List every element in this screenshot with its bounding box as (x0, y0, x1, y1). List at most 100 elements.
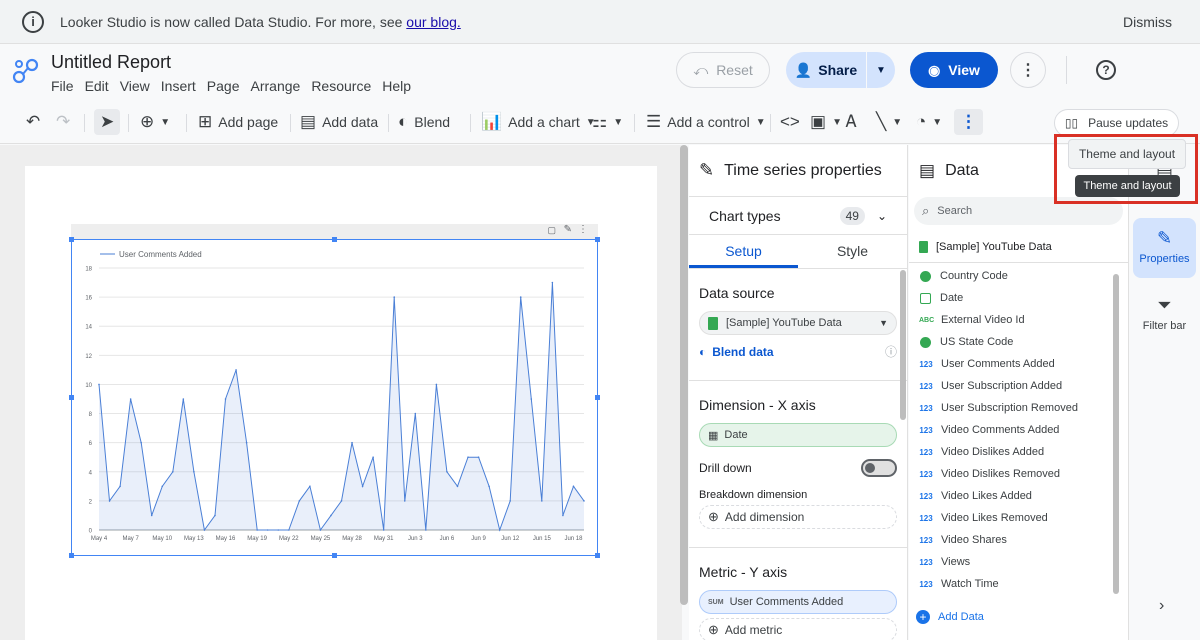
data-field[interactable]: 123 Video Likes Added (909, 485, 1128, 507)
dismiss-button[interactable]: Dismiss (1123, 14, 1172, 30)
data-field[interactable]: 123 Watch Time (909, 573, 1128, 595)
x-tick-label: May 4 (91, 536, 108, 542)
chart-select-icon[interactable]: ▢ (547, 225, 556, 236)
caret-down-icon: ▼ (879, 318, 888, 328)
data-field[interactable]: 123 Video Comments Added (909, 419, 1128, 441)
chart-svg: User Comments Added 0 2 4 6 8 10 12 14 16 18 May 4 M… (85, 250, 585, 542)
add-person-icon: 👤 (794, 61, 813, 78)
resize-handle[interactable] (69, 395, 74, 400)
shape-button[interactable]: ◔ ▼ (916, 109, 942, 135)
add-circle-icon: + (916, 610, 930, 624)
data-point (509, 500, 511, 502)
image-button[interactable]: ▣ ▼ (810, 109, 842, 135)
chevron-right-icon[interactable]: › (1159, 597, 1164, 615)
menu-view[interactable]: View (120, 78, 150, 94)
add-data-button[interactable]: ▤ Add data (300, 109, 378, 135)
add-control-button[interactable]: ☰ Add a control ▼ (646, 109, 766, 135)
reset-button[interactable]: ⤺ Reset (676, 52, 770, 88)
help-button[interactable]: ? (1096, 60, 1116, 80)
resize-handle[interactable] (332, 237, 337, 242)
data-field[interactable]: 123 User Subscription Removed (909, 397, 1128, 419)
select-tool-button[interactable]: ➤ (94, 109, 121, 135)
pause-updates-button[interactable]: ▯▯ Pause updates (1054, 109, 1179, 137)
toolbar-divider (128, 114, 129, 132)
menu-resource[interactable]: Resource (311, 78, 371, 94)
data-source-dropdown[interactable]: [Sample] YouTube Data ▼ (699, 311, 897, 335)
resize-handle[interactable] (595, 237, 600, 242)
x-tick-label: Jun 15 (533, 536, 552, 542)
data-field-name: Watch Time (941, 578, 999, 590)
report-title[interactable]: Untitled Report (51, 52, 171, 73)
drill-down-toggle[interactable] (861, 459, 897, 477)
resize-handle[interactable] (595, 395, 600, 400)
data-field[interactable]: Date (909, 287, 1128, 309)
data-field[interactable]: 123 User Comments Added (909, 353, 1128, 375)
x-tick-label: May 16 (216, 536, 236, 542)
data-field[interactable]: Country Code (909, 265, 1128, 287)
help-icon[interactable]: ⓘ (885, 343, 897, 360)
canvas-scrollbar[interactable] (680, 145, 688, 605)
tab-style[interactable]: Style (798, 235, 907, 268)
info-icon: i (22, 10, 44, 33)
chart-edit-icon[interactable]: ✎ (564, 224, 572, 235)
data-field[interactable]: 123 Video Shares (909, 529, 1128, 551)
toolbar-more-button[interactable]: ⋮ (954, 109, 983, 135)
add-circle-icon: ⊕ (708, 509, 719, 524)
add-chart-button[interactable]: 📊 Add a chart ▼ (481, 109, 596, 135)
more-options-button[interactable]: ⋮ (1010, 52, 1046, 88)
data-field-name: Video Shares (941, 534, 1007, 546)
view-button[interactable]: ◉ View (910, 52, 998, 88)
x-tick-label: May 22 (279, 536, 299, 542)
chart-types-selector[interactable]: Chart types 49 ⌄ (689, 197, 907, 235)
x-tick-label: May 28 (342, 536, 362, 542)
metric-chip[interactable]: SUM User Comments Added (699, 590, 897, 614)
resize-handle[interactable] (69, 237, 74, 242)
resize-handle[interactable] (332, 553, 337, 558)
add-data-link[interactable]: + Add Data (916, 610, 984, 624)
blog-link[interactable]: our blog. (406, 14, 460, 30)
zoom-button[interactable]: ⊕ ▼ (140, 109, 170, 135)
data-field[interactable]: ABC External Video Id (909, 309, 1128, 331)
text-button[interactable]: Ꭺ (846, 109, 857, 135)
rail-filter-bar[interactable]: ⏷ Filter bar (1133, 285, 1196, 345)
data-field[interactable]: 123 Video Dislikes Added (909, 441, 1128, 463)
dimension-chip-date[interactable]: ▦ Date (699, 423, 897, 447)
chart-more-icon[interactable]: ⋮ (578, 224, 588, 235)
data-field[interactable]: 123 Views (909, 551, 1128, 573)
resize-handle[interactable] (595, 553, 600, 558)
menu-arrange[interactable]: Arrange (251, 78, 301, 94)
data-point (150, 514, 153, 517)
tab-setup[interactable]: Setup (689, 235, 798, 268)
time-series-chart[interactable]: ▢ ✎ ⋮ User Comments Added 0 2 4 6 8 10 12 14 16 18… (69, 224, 600, 558)
menu-edit[interactable]: Edit (85, 78, 109, 94)
menu-page[interactable]: Page (207, 78, 240, 94)
data-field[interactable]: 123 Video Likes Removed (909, 507, 1128, 529)
add-page-icon: ⊞ (198, 112, 213, 131)
share-dropdown-button[interactable]: ▼ (867, 52, 895, 88)
blend-data-link[interactable]: ◐ Blend data (699, 345, 774, 359)
data-source-row[interactable]: [Sample] YouTube Data (909, 231, 1128, 263)
redo-button[interactable]: ↷ (56, 109, 70, 135)
share-button[interactable]: 👤 Share (786, 52, 866, 88)
resize-handle[interactable] (69, 553, 74, 558)
data-field[interactable]: 123 Video Dislikes Removed (909, 463, 1128, 485)
data-field[interactable]: 123 User Subscription Added (909, 375, 1128, 397)
menu-help[interactable]: Help (382, 78, 411, 94)
line-button[interactable]: ╲ ▼ (876, 109, 902, 135)
toolbar-divider (186, 114, 187, 132)
add-metric-button[interactable]: ⊕ Add metric (699, 618, 897, 640)
blend-button[interactable]: ◐ Blend (398, 109, 450, 135)
data-field[interactable]: US State Code (909, 331, 1128, 353)
add-dimension-button[interactable]: ⊕ Add dimension (699, 505, 897, 529)
community-viz-button[interactable]: ⚏ ▼ (592, 109, 623, 135)
embed-url-button[interactable]: <> (780, 109, 800, 135)
properties-scrollbar[interactable] (900, 270, 906, 420)
field-list: Country Code Date ABC External Video Id US S… (909, 263, 1128, 595)
menu-insert[interactable]: Insert (161, 78, 196, 94)
rail-properties[interactable]: ✎ Properties (1133, 218, 1196, 278)
menu-file[interactable]: File (51, 78, 74, 94)
data-scrollbar[interactable] (1113, 274, 1119, 594)
add-page-button[interactable]: ⊞ Add page (198, 109, 278, 135)
data-field-name: User Subscription Added (941, 380, 1063, 392)
undo-button[interactable]: ↶ (26, 109, 40, 135)
